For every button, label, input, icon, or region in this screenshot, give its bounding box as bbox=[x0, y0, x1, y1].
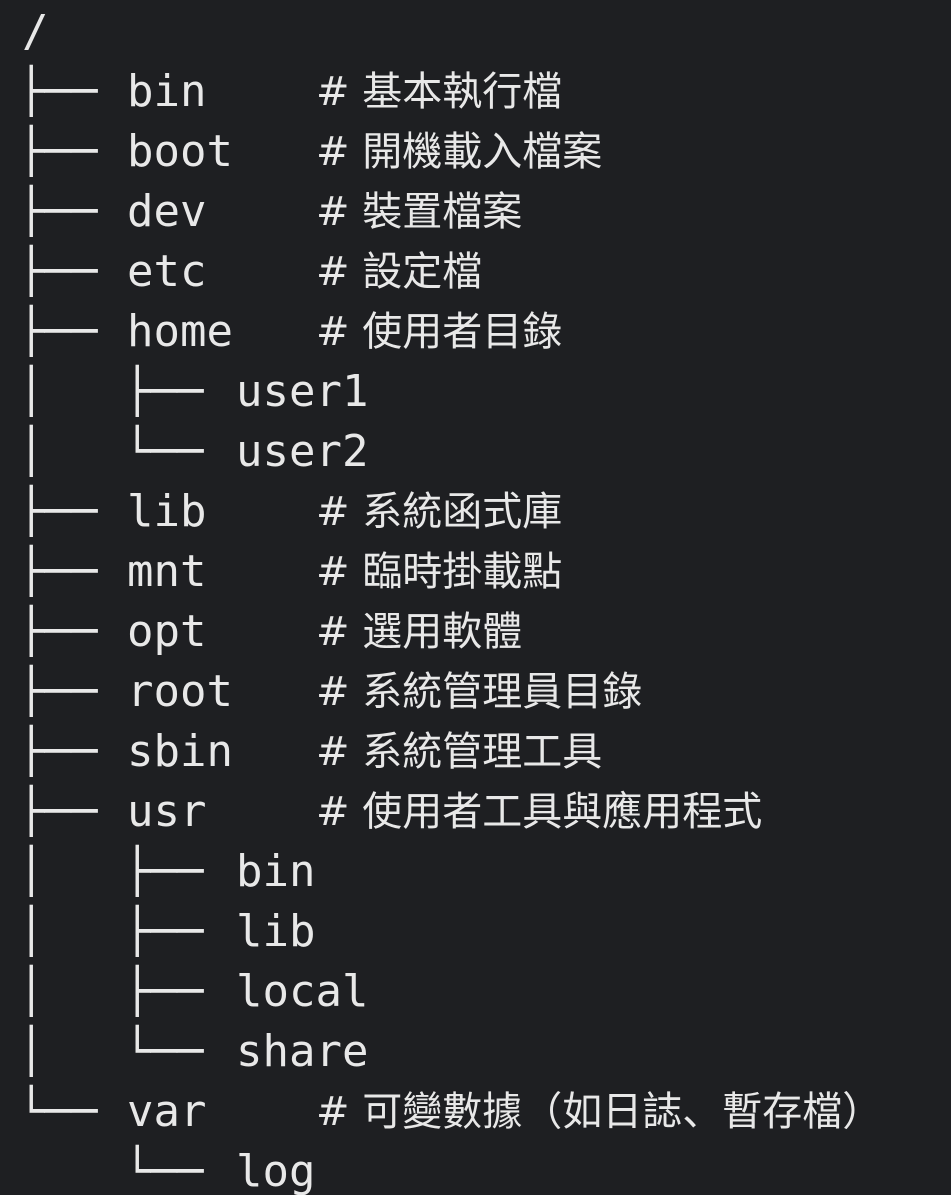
tree-line: ├── dev # 裝置檔案 bbox=[0, 182, 951, 242]
tree-branch-glyph: └── bbox=[18, 1146, 204, 1195]
tree-line: ├── etc # 設定檔 bbox=[0, 242, 951, 302]
directory-name: root bbox=[127, 666, 233, 717]
tree-branch-glyph: │ ├── bbox=[18, 366, 204, 417]
tree-branch-glyph: ├── bbox=[18, 606, 98, 657]
tree-branch-glyph: ├── bbox=[18, 186, 98, 237]
tree-branch-glyph: ├── bbox=[18, 546, 98, 597]
directory-name: home bbox=[127, 306, 233, 357]
directory-name: bin bbox=[127, 66, 207, 117]
tree-branch-glyph: └── bbox=[18, 1086, 98, 1137]
tree-line: └── log bbox=[0, 1142, 951, 1195]
directory-name: usr bbox=[127, 786, 207, 837]
directory-name: sbin bbox=[127, 726, 233, 777]
directory-name: lib bbox=[127, 486, 207, 537]
tree-line: ├── bin # 基本執行檔 bbox=[0, 62, 951, 122]
directory-name: share bbox=[236, 1026, 369, 1077]
terminal-output: / ├── bin # 基本執行檔 ├── boot # 開機載入檔案 ├── dev # 裝置… bbox=[0, 0, 951, 1195]
tree-line: │ └── user2 bbox=[0, 422, 951, 482]
tree-branch-glyph: │ ├── bbox=[18, 846, 204, 897]
directory-comment: # 臨時掛載點 bbox=[316, 549, 563, 595]
tree-branch-glyph: ├── bbox=[18, 786, 98, 837]
tree-branch-glyph: │ ├── bbox=[18, 906, 204, 957]
tree-line: │ ├── lib bbox=[0, 902, 951, 962]
tree-line: └── var # 可變數據（如日誌、暫存檔） bbox=[0, 1082, 951, 1142]
directory-comment: # 設定檔 bbox=[316, 249, 483, 295]
directory-tree: ├── bin # 基本執行檔 ├── boot # 開機載入檔案 ├── dev # 裝置檔案… bbox=[0, 62, 951, 1195]
directory-name: local bbox=[236, 966, 369, 1017]
root-dir-label: / bbox=[22, 6, 49, 57]
tree-line: ├── boot # 開機載入檔案 bbox=[0, 122, 951, 182]
tree-line: ├── sbin # 系統管理工具 bbox=[0, 722, 951, 782]
tree-line: │ ├── user1 bbox=[0, 362, 951, 422]
tree-branch-glyph: ├── bbox=[18, 246, 98, 297]
directory-name: etc bbox=[127, 246, 207, 297]
tree-line: ├── root # 系統管理員目錄 bbox=[0, 662, 951, 722]
directory-name: lib bbox=[236, 906, 316, 957]
tree-line: ├── mnt # 臨時掛載點 bbox=[0, 542, 951, 602]
directory-name: opt bbox=[127, 606, 207, 657]
tree-line: │ ├── local bbox=[0, 962, 951, 1022]
directory-name: log bbox=[236, 1146, 316, 1195]
tree-branch-glyph: │ ├── bbox=[18, 966, 204, 1017]
tree-branch-glyph: ├── bbox=[18, 126, 98, 177]
directory-comment: # 選用軟體 bbox=[316, 609, 523, 655]
tree-root-line: / bbox=[0, 2, 951, 62]
tree-branch-glyph: │ └── bbox=[18, 1026, 204, 1077]
tree-line: ├── lib # 系統函式庫 bbox=[0, 482, 951, 542]
tree-line: ├── home # 使用者目錄 bbox=[0, 302, 951, 362]
tree-line: ├── usr # 使用者工具與應用程式 bbox=[0, 782, 951, 842]
tree-line: ├── opt # 選用軟體 bbox=[0, 602, 951, 662]
directory-comment: # 裝置檔案 bbox=[316, 189, 523, 235]
directory-name: user2 bbox=[236, 426, 369, 477]
tree-line: │ ├── bin bbox=[0, 842, 951, 902]
directory-comment: # 使用者工具與應用程式 bbox=[316, 789, 763, 835]
directory-name: mnt bbox=[127, 546, 207, 597]
tree-branch-glyph: ├── bbox=[18, 486, 98, 537]
tree-branch-glyph: ├── bbox=[18, 306, 98, 357]
tree-branch-glyph: ├── bbox=[18, 666, 98, 717]
directory-comment: # 系統管理工具 bbox=[316, 729, 603, 775]
directory-comment: # 可變數據（如日誌、暫存檔） bbox=[316, 1089, 883, 1135]
directory-comment: # 系統函式庫 bbox=[316, 489, 563, 535]
tree-branch-glyph: ├── bbox=[18, 66, 98, 117]
directory-comment: # 開機載入檔案 bbox=[316, 129, 603, 175]
directory-name: boot bbox=[127, 126, 233, 177]
directory-name: dev bbox=[127, 186, 207, 237]
directory-comment: # 系統管理員目錄 bbox=[316, 669, 643, 715]
directory-name: bin bbox=[236, 846, 316, 897]
directory-name: user1 bbox=[236, 366, 369, 417]
tree-branch-glyph: │ └── bbox=[18, 426, 204, 477]
directory-comment: # 基本執行檔 bbox=[316, 69, 563, 115]
tree-line: │ └── share bbox=[0, 1022, 951, 1082]
tree-branch-glyph: ├── bbox=[18, 726, 98, 777]
directory-comment: # 使用者目錄 bbox=[316, 309, 563, 355]
directory-name: var bbox=[127, 1086, 207, 1137]
